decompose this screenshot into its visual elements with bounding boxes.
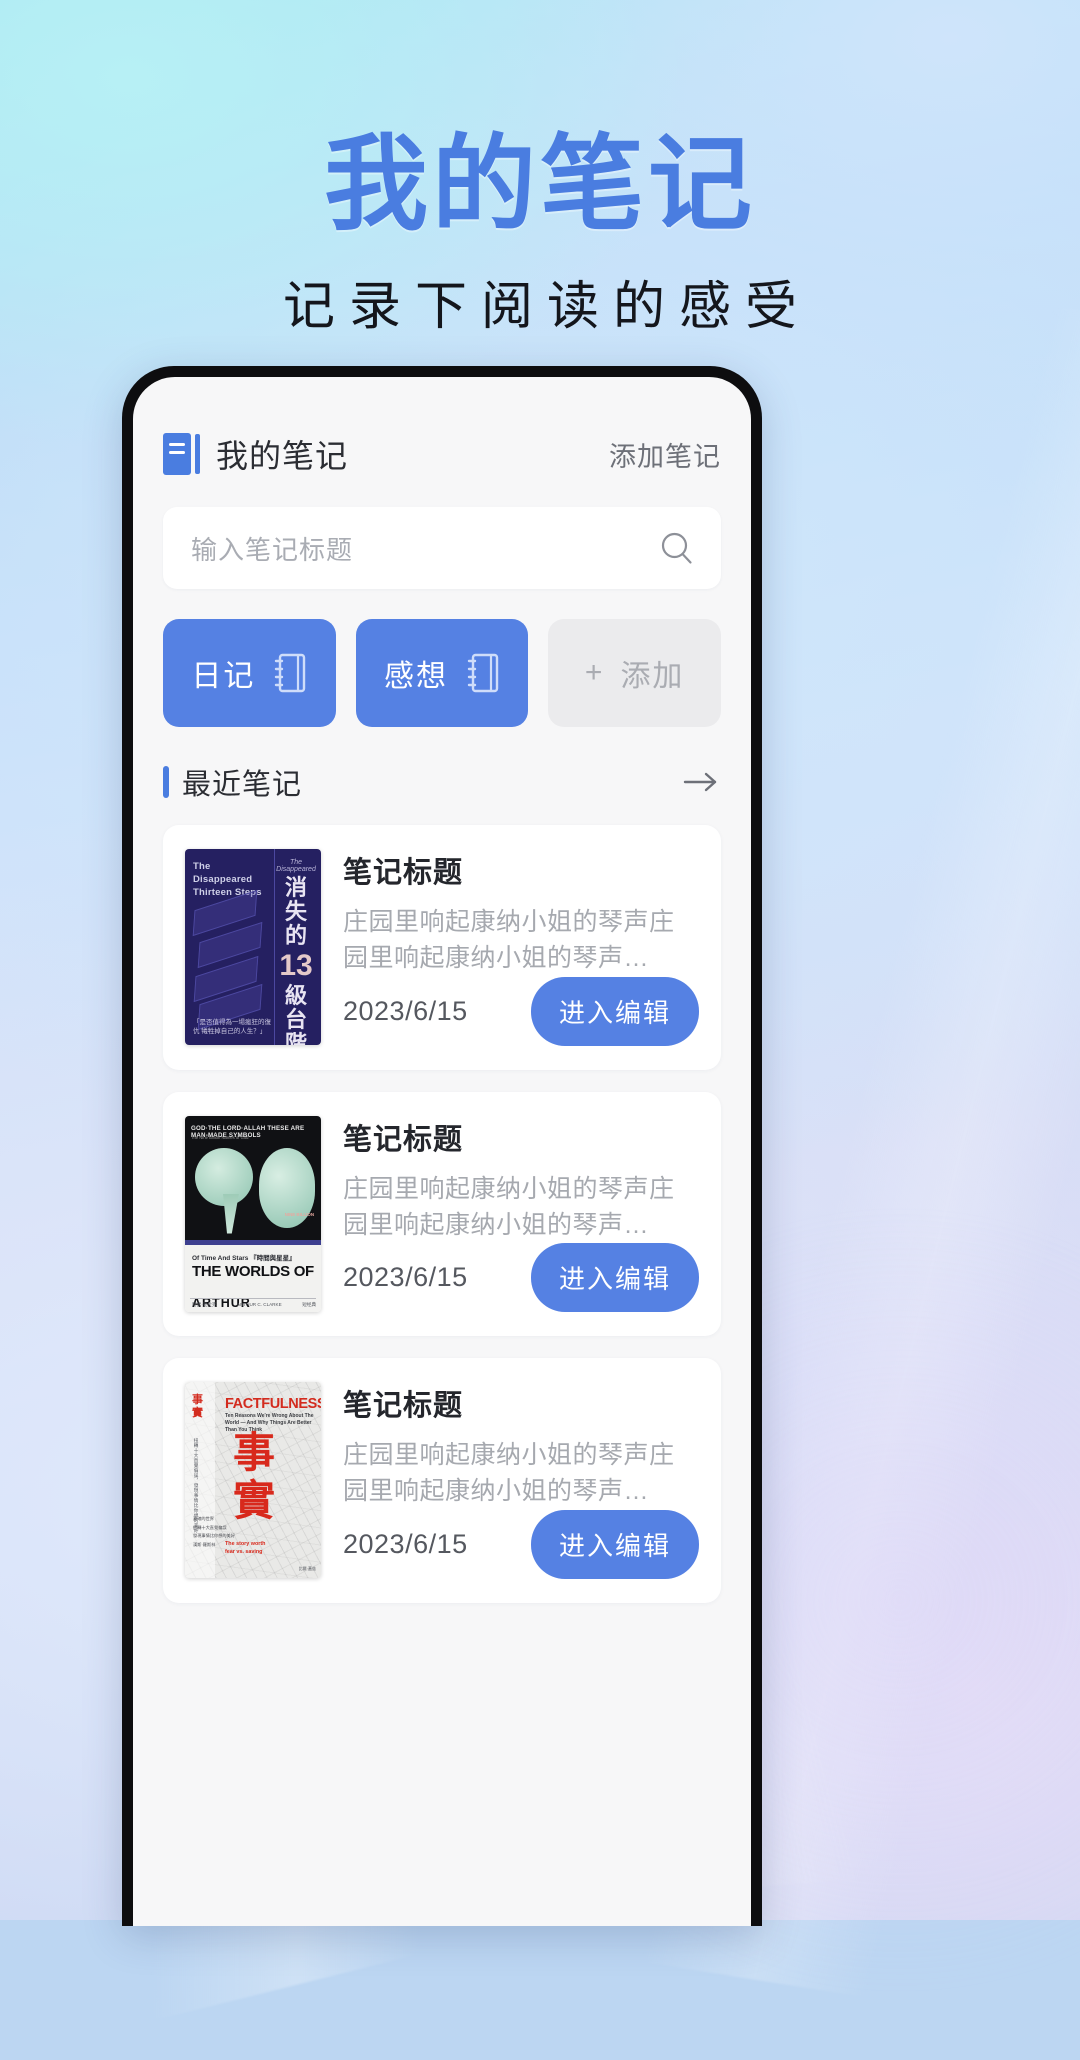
book-cover-cn-title: 消失的 <box>284 875 307 949</box>
book-cover-thumbnail: GOD·THE LORD·ALLAH THESE ARE MAN-MADE SY… <box>185 1115 321 1312</box>
note-description: 庄园里响起康纳小姐的琴声庄园里响起康纳小姐的琴声… <box>343 1441 675 1506</box>
add-note-button[interactable]: 添加笔记 <box>609 435 721 474</box>
note-date: 2023/6/15 <box>343 1528 468 1559</box>
app-header-left: 我的笔记 <box>163 431 348 477</box>
category-chip-add[interactable]: + 添加 <box>548 619 722 727</box>
note-card-footer: 2023/6/15 进入编辑 <box>343 976 699 1046</box>
note-title: 笔记标题 <box>343 857 464 889</box>
note-card[interactable]: The Disappeared Thirteen Steps The Disap… <box>163 825 721 1070</box>
book-cover-thumbnail: The Disappeared Thirteen Steps The Disap… <box>185 849 321 1045</box>
notebook-icon <box>273 653 307 693</box>
section-title-group: 最近笔记 <box>163 761 302 803</box>
note-card-footer: 2023/6/15 进入编辑 <box>343 1509 699 1579</box>
edit-note-button[interactable]: 进入编辑 <box>530 1509 699 1579</box>
note-card[interactable]: 事實 扭轉十大直覺偏誤，發現事情比你想的美好 FACTFULNESS Ten R… <box>163 1358 721 1603</box>
section-title: 最近笔记 <box>182 769 303 801</box>
book-cover-author-en: ARTHUR C. CLARKE <box>237 1301 282 1307</box>
recent-notes-list: The Disappeared Thirteen Steps The Disap… <box>163 825 721 1603</box>
search-input[interactable]: 输入笔记标题 <box>191 530 353 567</box>
category-chip-label: 日记 <box>191 660 256 693</box>
book-cover-series: Of Time And Stars 『時間與星星』 <box>192 1254 296 1262</box>
search-icon[interactable] <box>659 530 695 566</box>
book-cover-thumbnail: 事實 扭轉十大直覺偏誤，發現事情比你想的美好 FACTFULNESS Ten R… <box>185 1382 321 1578</box>
arrow-right-icon[interactable] <box>681 769 721 795</box>
notebook-icon <box>163 433 201 475</box>
book-cover-badge: NINE BILLION <box>284 1211 314 1217</box>
book-cover-en-title-1: THE WORLDS OF <box>192 1262 314 1280</box>
category-chip-label: 感想 <box>384 660 448 693</box>
note-card-body: 笔记标题 庄园里响起康纳小姐的琴声庄园里响起康纳小姐的琴声… 2023/6/15… <box>343 1116 699 1312</box>
category-chip-thoughts[interactable]: 感想 <box>355 619 529 727</box>
book-cover-number: 13 <box>279 948 313 982</box>
notebook-icon <box>466 653 500 693</box>
note-card-body: 笔记标题 庄园里响起康纳小姐的琴声庄园里响起康纳小姐的琴声… 2023/6/15… <box>343 1382 699 1579</box>
phone-frame: 我的笔记 添加笔记 输入笔记标题 日记 感想 + 添加 最近笔记 The Dis… <box>122 366 762 1926</box>
book-cover-cn-big-2: 實 <box>233 1477 276 1524</box>
book-cover-author-cn: 阿瑟·克拉克 <box>192 1301 217 1307</box>
book-cover-blurb: 比爾·蓋茲 <box>298 1566 316 1571</box>
book-cover-red-note: The story worth fear vs. saving <box>225 1540 266 1555</box>
page-title: 我的笔记 <box>323 127 756 243</box>
note-date: 2023/6/15 <box>343 1262 468 1292</box>
book-cover-cn-vertical: 事實 <box>192 1394 203 1419</box>
book-cover-publisher: 短经典 <box>302 1301 316 1307</box>
phone-screen: 我的笔记 添加笔记 输入笔记标题 日记 感想 + 添加 最近笔记 The Dis… <box>133 377 751 1926</box>
note-card-body: 笔记标题 庄园里响起康纳小姐的琴声庄园里响起康纳小姐的琴声… 2023/6/15… <box>343 849 699 1046</box>
category-chip-label: 添加 <box>620 660 685 693</box>
note-title: 笔记标题 <box>343 1123 464 1156</box>
category-chip-list: 日记 感想 + 添加 <box>163 619 722 727</box>
book-cover-blurb: 「是否值得為一場瘋狂的復仇 犧牲掉自己的人生？」 <box>193 1018 271 1036</box>
app-header: 我的笔记 添加笔记 <box>133 377 751 477</box>
edit-note-button[interactable]: 进入编辑 <box>530 1243 699 1312</box>
app-title: 我的笔记 <box>216 438 349 474</box>
book-cover-top-sub: The Nine Billion Names of God <box>191 1134 249 1140</box>
book-cover-en-title: FACTFULNESS <box>225 1396 321 1412</box>
note-description: 庄园里响起康纳小姐的琴声庄园里响起康纳小姐的琴声… <box>343 908 675 973</box>
book-cover-cn-suffix: 級台階 <box>284 982 307 1045</box>
section-accent-bar <box>163 766 169 798</box>
hero-section: 我的笔记 记录下阅读的感受 <box>0 0 1080 339</box>
note-date: 2023/6/15 <box>343 995 468 1026</box>
note-card-footer: 2023/6/15 进入编辑 <box>343 1243 699 1312</box>
book-cover-vertical-small: The Disappeared <box>276 859 316 873</box>
note-card[interactable]: GOD·THE LORD·ALLAH THESE ARE MAN-MADE SY… <box>163 1091 721 1336</box>
note-description: 庄园里响起康纳小姐的琴声庄园里响起康纳小姐的琴声… <box>343 1174 675 1239</box>
edit-note-button[interactable]: 进入编辑 <box>530 976 699 1046</box>
note-title: 笔记标题 <box>343 1390 464 1422</box>
category-chip-diary[interactable]: 日记 <box>163 619 336 727</box>
page-subtitle: 记录下阅读的感受 <box>282 278 811 337</box>
book-cover-cn-big-1: 事 <box>233 1429 276 1476</box>
recent-notes-section-header: 最近笔记 <box>163 761 721 803</box>
plus-icon: + <box>584 656 603 689</box>
search-bar[interactable]: 输入笔记标题 <box>163 507 721 589</box>
